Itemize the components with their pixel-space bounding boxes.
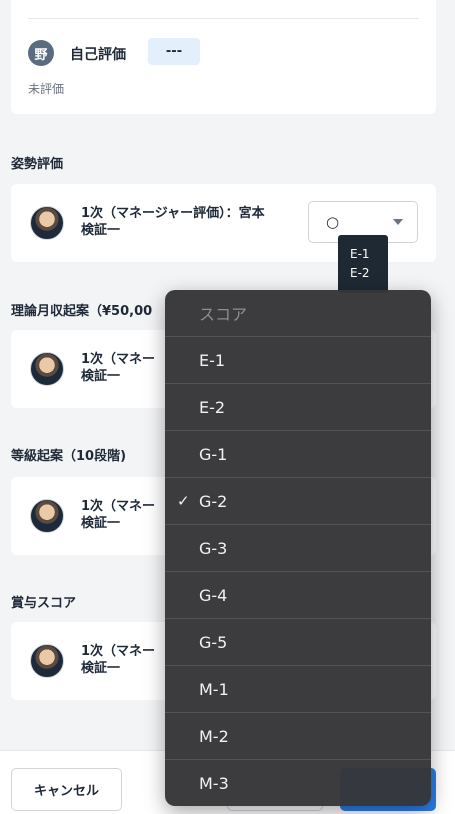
picker-option-label: M-2 bbox=[199, 726, 229, 746]
evaluator-name-line1: 1次（マネージャー評価）：宮本 bbox=[81, 206, 265, 221]
picker-option-label: E-2 bbox=[199, 397, 226, 417]
checkmark-icon: ✓ bbox=[177, 492, 190, 510]
evaluator-name-line2: 検証一 bbox=[81, 223, 121, 238]
picker-option[interactable]: G-1 bbox=[165, 431, 431, 478]
evaluator-info: 1次（マネージャー評価）：宮本 検証一 bbox=[81, 205, 311, 239]
divider bbox=[28, 18, 419, 19]
picker-option-label: M-3 bbox=[199, 774, 229, 793]
picker-option[interactable]: E-1 bbox=[165, 337, 431, 384]
picker-option-label: G-3 bbox=[199, 538, 228, 558]
picker-option[interactable]: M-1 bbox=[165, 666, 431, 713]
picker-option-label: E-1 bbox=[199, 350, 226, 370]
picker-option-label: G-2 bbox=[199, 491, 228, 511]
avatar: 野 bbox=[28, 40, 54, 66]
select-value: ○ bbox=[326, 213, 340, 231]
evaluator-avatar bbox=[30, 499, 64, 533]
picker-option[interactable]: G-4 bbox=[165, 572, 431, 619]
picker-option-label: G-4 bbox=[199, 585, 228, 605]
picker-option-label: G-1 bbox=[199, 444, 228, 464]
self-evaluation-status: 未評価 bbox=[28, 82, 65, 96]
self-evaluation-label: 自己評価 bbox=[70, 47, 126, 63]
self-evaluation-card: 野 自己評価 --- 未評価 bbox=[11, 0, 436, 114]
picker-header: スコア bbox=[165, 290, 431, 337]
section-title-monthly-salary: 理論月収起案（¥50,00 bbox=[11, 304, 153, 319]
picker-option[interactable]: E-2 bbox=[165, 384, 431, 431]
section-title-bonus: 賞与スコア bbox=[11, 596, 77, 611]
score-picker: スコア E-1 E-2 G-1 ✓ G-2 G-3 G-4 G-5 M-1 M-2 M-3 bbox=[165, 290, 431, 806]
self-evaluation-badge: --- bbox=[148, 38, 200, 65]
tooltip-line: E-2 bbox=[350, 266, 370, 280]
picker-option-label: G-5 bbox=[199, 632, 228, 652]
options-tooltip: E-1 E-2 bbox=[338, 235, 388, 293]
evaluator-avatar bbox=[30, 206, 64, 240]
evaluator-avatar bbox=[30, 644, 64, 678]
tooltip-line: E-1 bbox=[350, 247, 370, 261]
picker-option[interactable]: G-3 bbox=[165, 525, 431, 572]
evaluator-avatar bbox=[30, 352, 64, 386]
picker-option[interactable]: ✓ G-2 bbox=[165, 478, 431, 525]
chevron-down-icon bbox=[393, 219, 403, 225]
section-title-attitude: 姿勢評価 bbox=[11, 157, 64, 172]
cancel-button[interactable]: キャンセル bbox=[11, 768, 122, 811]
picker-option[interactable]: M-3 bbox=[165, 760, 431, 806]
picker-option[interactable]: M-2 bbox=[165, 713, 431, 760]
picker-option-label: M-1 bbox=[199, 679, 229, 699]
section-title-grade: 等級起案（10段階) bbox=[11, 449, 127, 464]
picker-option[interactable]: G-5 bbox=[165, 619, 431, 666]
